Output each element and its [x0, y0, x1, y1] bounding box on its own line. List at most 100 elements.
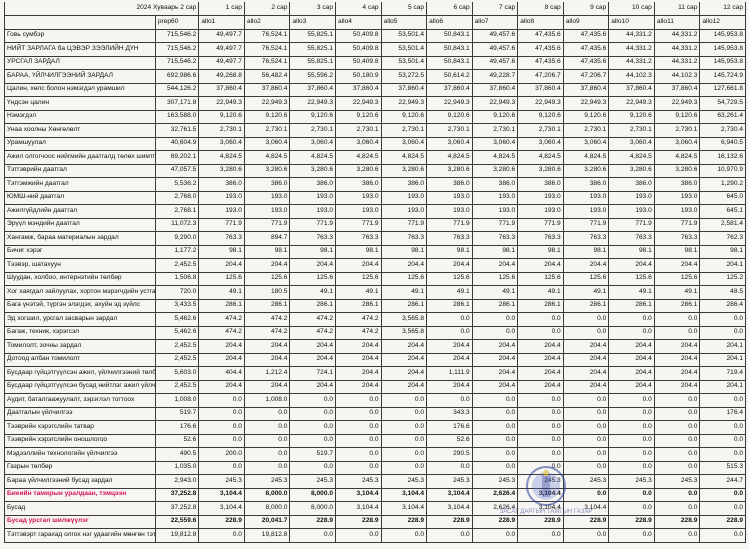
row-value: 0.0: [653, 393, 701, 408]
row-value: 193.0: [243, 190, 291, 205]
row-value: 0.0: [335, 528, 382, 543]
row-value: 204.4: [243, 258, 291, 273]
row-value: 0.0: [426, 312, 473, 327]
column-code: allo11: [653, 15, 701, 30]
row-value: 145,953.8: [699, 28, 746, 43]
row-value: 3,060.4: [517, 136, 564, 151]
row-label: Аудит, баталгаажуулалт, зэрэглэл тогтоох: [4, 393, 156, 408]
row-value: 0.0: [699, 528, 746, 543]
row-value: 3,104.4: [198, 501, 245, 516]
row-label: Нэмэгдэл: [4, 109, 156, 124]
row-value: 1,008.0: [243, 393, 291, 408]
row-value: 894.7: [243, 231, 291, 246]
row-value: 286.1: [653, 298, 701, 313]
table-row: БАРАА, ҮЙЛЧИЛГЭЭНИЙ ЗАРДАЛ 692,986.6 49,26…: [4, 69, 746, 84]
row-label: Үндсэн цалин: [4, 96, 156, 111]
row-value: 22,949.3: [653, 96, 701, 111]
table-row: Нэмэгдэл 163,588.0 9,120.6 9,120.6 9,120.6 9,…: [4, 109, 746, 124]
row-value: 474.2: [243, 312, 291, 327]
table-row: Тэтгэвэрт гарахад олгох нэг удаагийн мөн…: [4, 528, 746, 543]
row-value: 204.4: [608, 352, 655, 367]
row-value: 37,252.8: [154, 487, 200, 502]
row-value: 9,120.6: [198, 109, 245, 124]
row-value: 193.0: [608, 190, 655, 205]
row-value: 0.0: [699, 433, 746, 448]
row-value: 49.1: [562, 285, 610, 300]
month-label: 7 сар: [471, 2, 519, 16]
row-value: 0.0: [471, 393, 519, 408]
row-label: Бага үнэтэй, түргэн элэгдэх, ахуйн эд зү…: [4, 298, 156, 313]
row-value: 9,120.6: [335, 109, 382, 124]
row-value: 0.0: [426, 393, 473, 408]
row-value: 0.0: [289, 528, 336, 543]
row-value: 125.6: [243, 271, 291, 286]
row-value: 204.4: [289, 352, 336, 367]
row-value: 2,943.0: [154, 474, 200, 489]
row-value: 22,949.3: [608, 96, 655, 111]
row-value: 286.1: [426, 298, 473, 313]
row-value: 286.4: [699, 298, 746, 313]
month-header-row: 2024 Хуваарь 2 сар 1 сар 2 сар 3 сар 4 с…: [3, 2, 746, 16]
row-value: 47,057.5: [154, 163, 200, 178]
table-body: Говь сумбэр 715,546.2 49,497.7 76,524.1 55,8…: [4, 28, 746, 543]
row-value: 0.0: [653, 312, 701, 327]
row-value: 204.4: [653, 352, 701, 367]
row-value: 76,524.1: [243, 55, 291, 70]
row-value: 204.4: [335, 366, 382, 381]
row-value: 3,104.4: [380, 501, 428, 516]
row-value: 53,501.4: [380, 55, 428, 70]
row-label: Тэтгэвэрт гарахад олгох нэг удаагийн мөн…: [4, 528, 156, 543]
row-label: Хангамж, бараа материалын зардал: [4, 231, 156, 246]
row-value: 193.0: [198, 190, 245, 205]
row-value: 98.1: [653, 244, 701, 259]
row-value: 245.3: [380, 474, 428, 489]
row-value: 193.0: [517, 204, 564, 219]
row-value: 69,202.1: [154, 150, 200, 165]
row-value: 0.0: [608, 393, 655, 408]
row-value: 1,177.2: [154, 244, 200, 259]
row-label: Эрүүл мэндийн даатгал: [4, 217, 156, 232]
row-value: 0.0: [243, 433, 291, 448]
row-value: 98.1: [243, 244, 291, 259]
row-value: 204.4: [562, 258, 610, 273]
table-row: Хангамж, бараа материалын зардал 9,290.0 7…: [4, 231, 746, 246]
row-value: 4,824.5: [517, 150, 564, 165]
row-value: 771.9: [517, 217, 564, 232]
row-value: 5,603.0: [154, 366, 200, 381]
column-code: allo2: [243, 15, 291, 30]
column-code: allo9: [562, 15, 610, 30]
row-value: 50,409.8: [335, 42, 382, 57]
row-value: 771.9: [335, 217, 382, 232]
row-value: 63,261.4: [699, 109, 746, 124]
row-value: 0.0: [198, 460, 245, 475]
row-value: 98.1: [699, 244, 746, 259]
row-value: 0.0: [699, 420, 746, 435]
row-value: 193.0: [426, 204, 473, 219]
table-row: Тээвэр, шатахуун 2,452.5 204.4 204.4 204.4 20…: [4, 258, 746, 273]
row-value: 125.6: [562, 271, 610, 286]
row-value: 286.1: [243, 298, 291, 313]
row-value: 1,212.4: [243, 366, 291, 381]
row-value: 204.4: [243, 379, 291, 394]
row-value: 3,060.4: [289, 136, 336, 151]
row-value: 9,120.6: [653, 109, 701, 124]
row-value: 0.0: [335, 433, 382, 448]
row-value: 49,457.6: [471, 55, 519, 70]
row-value: 125.6: [198, 271, 245, 286]
column-code: allo3: [289, 15, 336, 30]
row-label: Ажилгүйдлийн даатгал: [4, 204, 156, 219]
row-value: 49.1: [198, 285, 245, 300]
row-value: 193.0: [517, 190, 564, 205]
row-value: 0.0: [699, 312, 746, 327]
row-value: 0.0: [380, 528, 428, 543]
row-value: 2,626.4: [471, 501, 519, 516]
row-value: 715,546.2: [154, 42, 200, 57]
row-value: 286.1: [517, 298, 564, 313]
month-label: 4 сар: [335, 2, 382, 16]
column-code: allo5: [380, 15, 428, 30]
row-value: 204.4: [380, 379, 428, 394]
row-value: 204.4: [335, 379, 382, 394]
row-value: 2,730.1: [562, 123, 610, 138]
month-label: 10 сар: [608, 2, 655, 16]
row-value: 50,843.1: [426, 28, 473, 43]
